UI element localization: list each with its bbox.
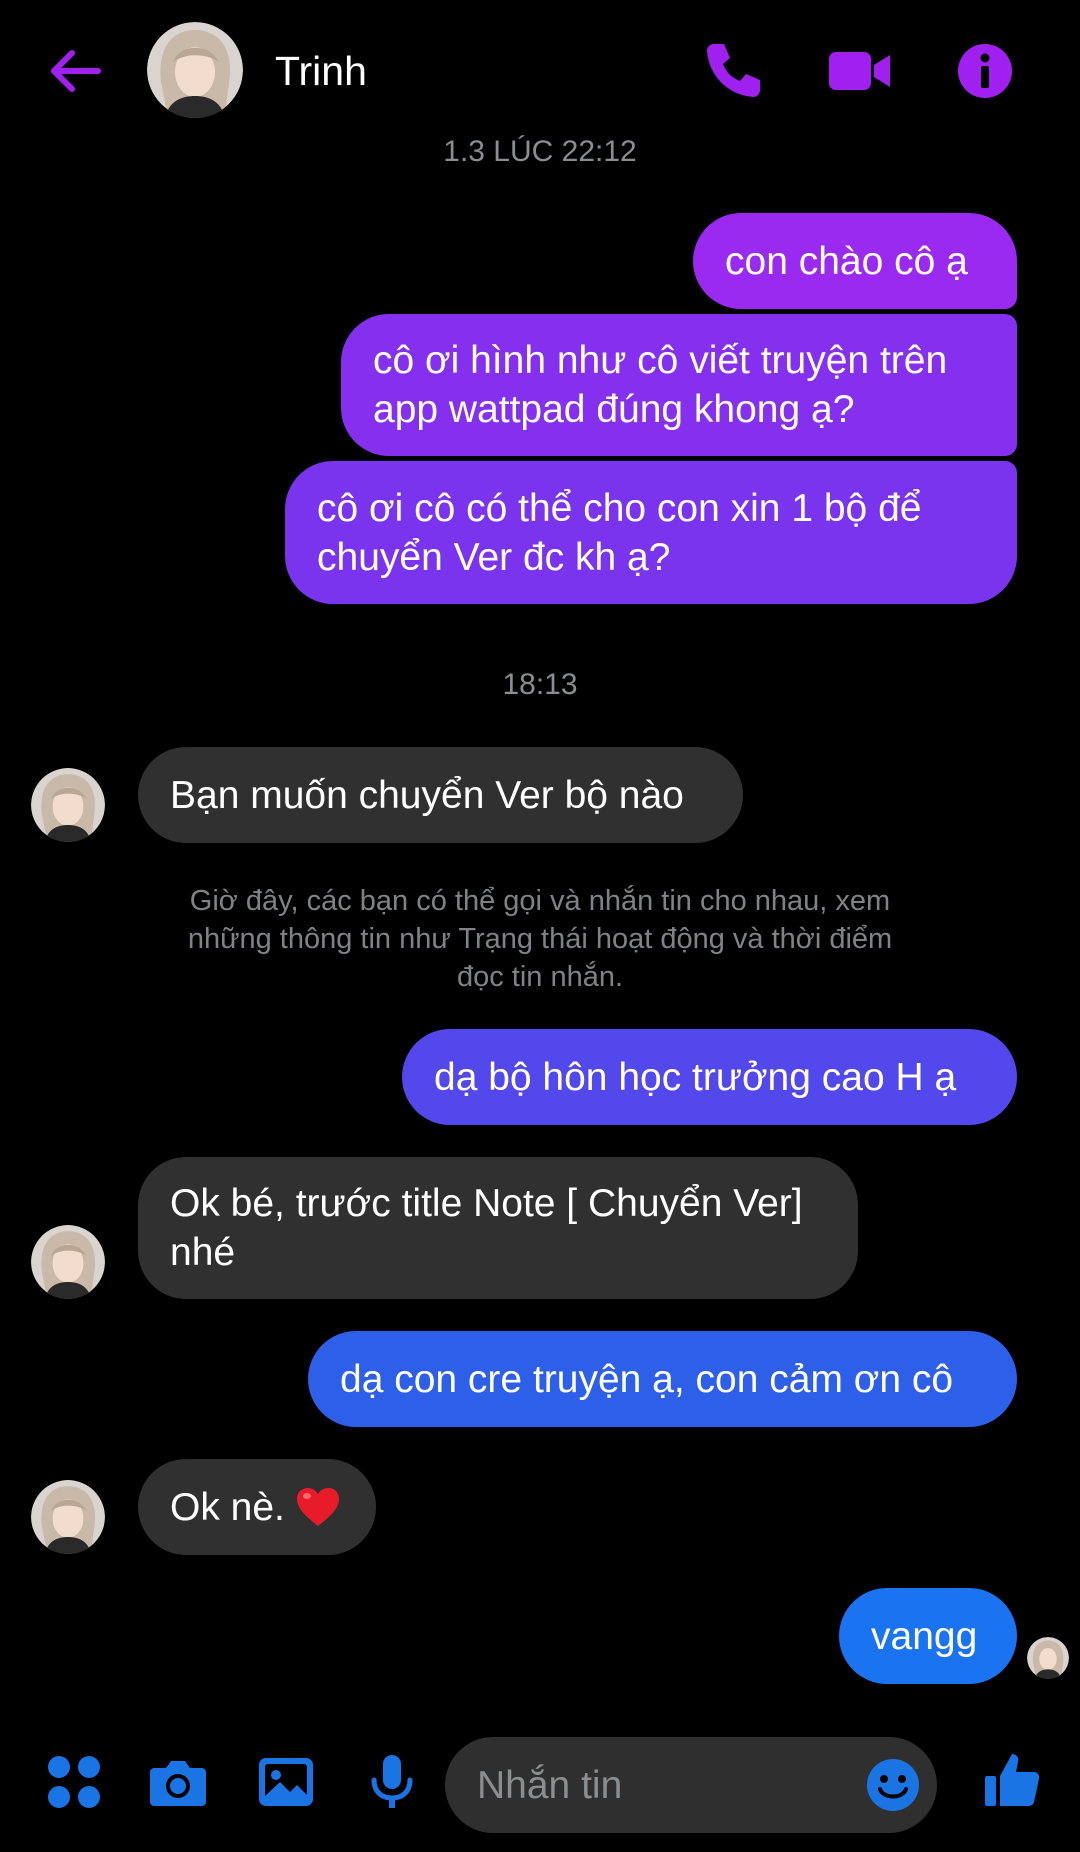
message-text: vangg — [871, 1614, 978, 1658]
outgoing-message[interactable]: vangg — [839, 1588, 1017, 1684]
message-text-line: cô ơi cô có thể cho con xin 1 bộ để — [317, 486, 922, 530]
message-text: con chào cô ạ — [725, 239, 968, 283]
voice-message-button[interactable] — [362, 1752, 422, 1812]
system-notice-line: những thông tin như Trạng thái hoạt động… — [187, 923, 893, 955]
sender-avatar[interactable] — [31, 1480, 105, 1554]
outgoing-message[interactable]: dạ bộ hôn học trưởng cao H ạ — [402, 1029, 1017, 1125]
outgoing-message[interactable]: cô ơi cô có thể cho con xin 1 bộ để chuy… — [285, 461, 1017, 604]
sender-avatar[interactable] — [31, 768, 105, 842]
incoming-message[interactable]: Ok nè. — [138, 1459, 376, 1555]
microphone-icon — [371, 1755, 413, 1808]
camera-icon — [150, 1761, 206, 1806]
incoming-message[interactable]: Bạn muốn chuyển Ver bộ nào — [138, 747, 743, 843]
four-dots-icon — [48, 1756, 100, 1808]
camera-button[interactable] — [148, 1752, 208, 1812]
message-text: Ok nè. — [170, 1485, 285, 1529]
message-text-line: Ok bé, trước title Note [ Chuyển Ver] — [170, 1182, 803, 1225]
sender-avatar[interactable] — [31, 1225, 105, 1299]
red-heart-emoji — [296, 1488, 339, 1526]
info-icon — [958, 44, 1012, 98]
message-input-container[interactable] — [445, 1737, 937, 1833]
video-camera-icon — [829, 52, 890, 90]
conversation-header: Trinh — [0, 0, 1080, 140]
message-input[interactable] — [475, 1755, 839, 1817]
thumbs-up-icon — [985, 1754, 1040, 1806]
incoming-message[interactable]: Ok bé, trước title Note [ Chuyển Ver] nh… — [138, 1157, 858, 1299]
system-notice-line: đọc tin nhắn. — [456, 961, 624, 993]
arrow-left-icon — [51, 50, 101, 92]
outgoing-message[interactable]: dạ con cre truyện ạ, con cảm ơn cô — [308, 1331, 1017, 1427]
audio-call-button[interactable] — [700, 38, 766, 104]
outgoing-message[interactable]: cô ơi hình như cô viết truyện trên app w… — [341, 314, 1017, 456]
back-button[interactable] — [44, 40, 106, 102]
smiley-icon — [867, 1759, 919, 1811]
system-notice-line: Giờ đây, các bạn có thể gọi và nhắn tin … — [189, 885, 891, 917]
message-text-line: nhé — [170, 1231, 236, 1274]
like-button[interactable] — [982, 1750, 1042, 1810]
seen-indicator-avatar — [1027, 1637, 1069, 1679]
image-icon — [259, 1758, 313, 1806]
message-text: dạ con cre truyện ạ, con cảm ơn cô — [340, 1357, 954, 1401]
video-call-button[interactable] — [826, 38, 892, 104]
phone-icon — [707, 44, 760, 97]
message-text: dạ bộ hôn học trưởng cao H ạ — [434, 1055, 957, 1099]
timestamp: 18:13 — [502, 668, 578, 701]
gallery-button[interactable] — [256, 1752, 316, 1812]
system-notice: Giờ đây, các bạn có thể gọi và nhắn tin … — [130, 882, 950, 996]
contact-avatar[interactable] — [147, 22, 243, 118]
message-text-line: chuyển Ver đc kh ạ? — [317, 535, 671, 579]
info-button[interactable] — [952, 38, 1018, 104]
contact-name[interactable]: Trinh — [275, 48, 367, 95]
message-text-line: cô ơi hình như cô viết truyện trên — [373, 339, 948, 382]
message-text: Bạn muốn chuyển Ver bộ nào — [170, 773, 684, 817]
timestamp: 1.3 LÚC 22:12 — [443, 135, 637, 168]
more-apps-button[interactable] — [44, 1752, 104, 1812]
message-text-line: app wattpad đúng khong ạ? — [373, 388, 855, 431]
outgoing-message[interactable]: con chào cô ạ — [693, 213, 1017, 309]
emoji-button[interactable] — [865, 1757, 921, 1813]
